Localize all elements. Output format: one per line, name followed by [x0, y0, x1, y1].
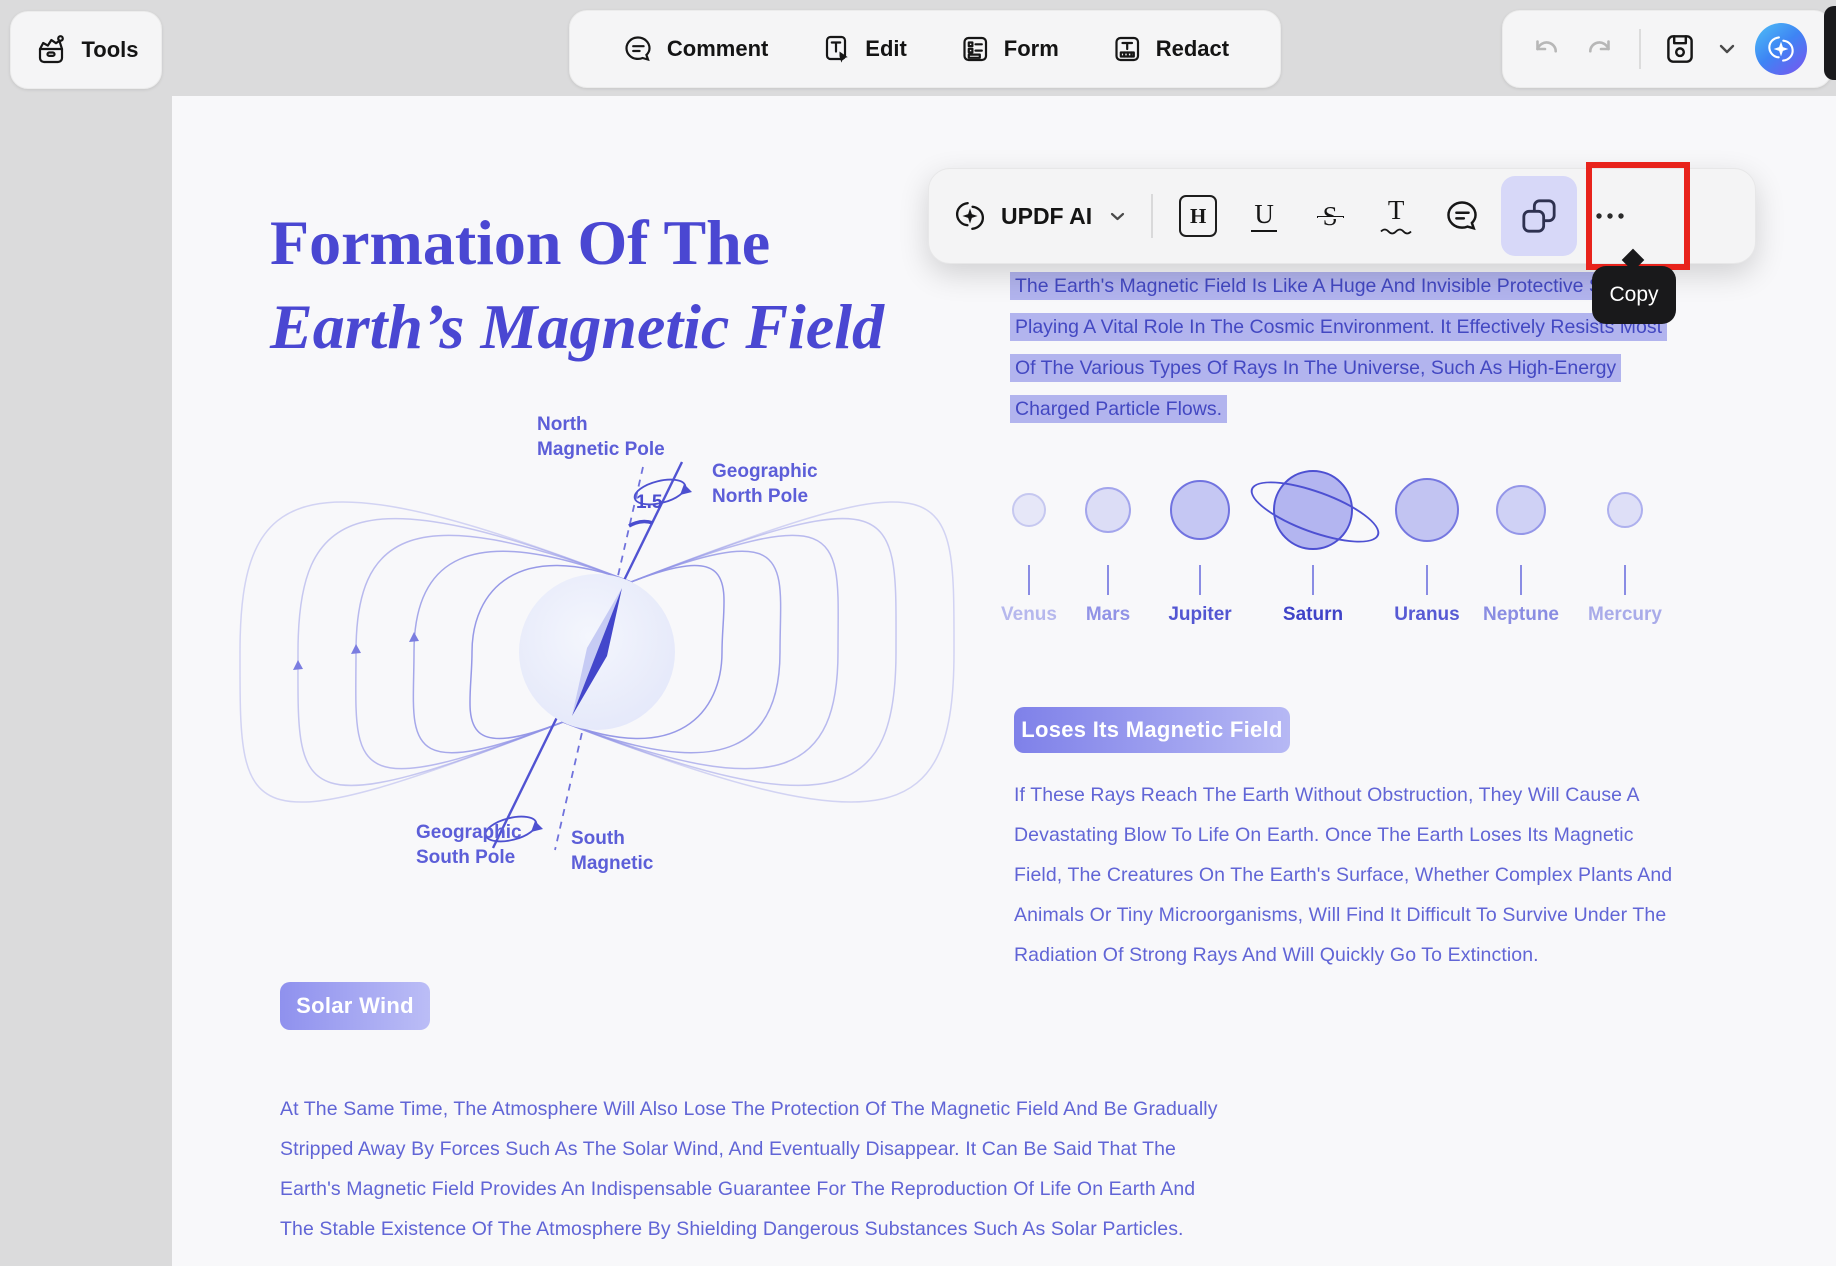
paragraph-line[interactable]: The Stable Existence Of The Atmosphere B… — [280, 1216, 1184, 1242]
redo-button[interactable] — [1583, 31, 1619, 67]
more-options-button[interactable] — [1583, 180, 1637, 252]
planet-venus — [1012, 493, 1046, 527]
planet-tick — [1199, 565, 1201, 595]
tools-label: Tools — [81, 37, 138, 63]
highlight-button[interactable]: H — [1165, 180, 1231, 252]
planet-label-saturn: Saturn — [1253, 604, 1373, 626]
paragraph-line[interactable]: At The Same Time, The Atmosphere Will Al… — [280, 1096, 1218, 1122]
chevron-down-icon — [1110, 212, 1125, 221]
label-geographic-north-pole: Geographic North Pole — [712, 459, 818, 509]
form-icon — [958, 32, 992, 66]
paragraph-line[interactable]: Radiation Of Strong Rays And Will Quickl… — [1014, 942, 1539, 968]
updf-ai-label: UPDF AI — [1001, 203, 1092, 230]
nav-label: Comment — [667, 36, 768, 62]
side-panel-edge — [1824, 6, 1836, 80]
selected-text-line[interactable]: The Earth's Magnetic Field Is Like A Hug… — [1010, 272, 1653, 300]
squiggly-underline-button[interactable]: T — [1363, 180, 1429, 252]
toolbar-divider — [1639, 29, 1641, 69]
underline-icon: U — [1251, 201, 1277, 232]
paragraph-line[interactable]: Field, The Creatures On The Earth's Surf… — [1014, 862, 1672, 888]
planet-tick — [1028, 565, 1030, 595]
label-south-magnetic-pole: South Magnetic — [571, 826, 653, 876]
nav-label: Redact — [1156, 36, 1229, 62]
comment-icon — [621, 32, 655, 66]
highlight-icon: H — [1179, 195, 1217, 237]
copy-tooltip: Copy — [1592, 266, 1676, 324]
underline-button[interactable]: U — [1231, 180, 1297, 252]
comment-note-icon — [1442, 196, 1482, 236]
copy-icon — [1518, 195, 1560, 237]
selected-text-line[interactable]: Charged Particle Flows. — [1010, 395, 1227, 423]
badge-solar-wind[interactable]: Solar Wind — [280, 982, 430, 1030]
selected-text-line[interactable]: Playing A Vital Role In The Cosmic Envir… — [1010, 313, 1667, 341]
nav-item-form[interactable]: Form — [958, 32, 1059, 66]
planet-tick — [1624, 565, 1626, 595]
strikethrough-button[interactable]: S — [1297, 180, 1363, 252]
planet-tick — [1520, 565, 1522, 595]
updf-ai-button[interactable]: UPDF AI — [949, 195, 1125, 237]
nav-item-edit[interactable]: Edit — [819, 32, 907, 66]
planet-label-neptune: Neptune — [1461, 604, 1581, 626]
planet-uranus — [1395, 478, 1459, 542]
toolbox-icon — [33, 32, 69, 68]
badge-loses-its-magnetic-field[interactable]: Loses Its Magnetic Field — [1014, 707, 1290, 753]
planet-label-mercury: Mercury — [1565, 604, 1685, 626]
paragraph-line[interactable]: Devastating Blow To Life On Earth. Once … — [1014, 822, 1634, 848]
planet-label-jupiter: Jupiter — [1140, 604, 1260, 626]
tools-button[interactable]: Tools — [10, 11, 162, 89]
planet-mars — [1085, 487, 1131, 533]
paragraph-line[interactable]: Earth's Magnetic Field Provides An Indis… — [280, 1176, 1195, 1202]
updf-app-window: Tools Comment Edit — [0, 0, 1836, 1266]
copy-button[interactable] — [1501, 176, 1577, 256]
toolbar-divider — [1151, 194, 1153, 238]
paragraph-line[interactable]: Stripped Away By Forces Such As The Sola… — [280, 1136, 1176, 1162]
more-dots-icon — [1594, 211, 1626, 221]
nav-item-redact[interactable]: Redact — [1110, 32, 1229, 66]
label-north-magnetic-pole: North Magnetic Pole — [537, 412, 665, 462]
save-options-chevron[interactable] — [1719, 44, 1735, 54]
planet-neptune — [1496, 485, 1546, 535]
ai-account-avatar[interactable] — [1755, 23, 1807, 75]
selected-text-line[interactable]: Of The Various Types Of Rays In The Univ… — [1010, 354, 1621, 382]
copy-tooltip-text: Copy — [1609, 283, 1658, 307]
paragraph-line[interactable]: If These Rays Reach The Earth Without Ob… — [1014, 782, 1640, 808]
updf-ai-logo-icon — [949, 195, 991, 237]
planet-tick — [1312, 565, 1314, 595]
label-axis-angle: 1.5 — [636, 490, 662, 515]
redact-icon — [1110, 32, 1144, 66]
label-geographic-south-pole: Geographic South Pole — [416, 820, 522, 870]
undo-button[interactable] — [1527, 31, 1563, 67]
nav-item-comment[interactable]: Comment — [621, 32, 768, 66]
save-button[interactable] — [1661, 30, 1699, 68]
paragraph-line[interactable]: Animals Or Tiny Microorganisms, Will Fin… — [1014, 902, 1666, 928]
doc-title-line1[interactable]: Formation Of The — [270, 206, 770, 280]
planet-mercury — [1607, 492, 1643, 528]
file-actions-toolbar — [1502, 10, 1832, 88]
planet-tick — [1426, 565, 1428, 595]
strikethrough-icon: S — [1321, 203, 1340, 230]
nav-label: Edit — [865, 36, 907, 62]
edit-text-icon — [819, 32, 853, 66]
planet-jupiter — [1170, 480, 1230, 540]
comment-note-button[interactable] — [1429, 180, 1495, 252]
squiggly-underline-icon: T — [1380, 197, 1412, 235]
nav-label: Form — [1004, 36, 1059, 62]
planet-tick — [1107, 565, 1109, 595]
doc-title-line2[interactable]: Earth’s Magnetic Field — [270, 290, 884, 364]
mode-toolbar: Comment Edit — [569, 10, 1281, 88]
